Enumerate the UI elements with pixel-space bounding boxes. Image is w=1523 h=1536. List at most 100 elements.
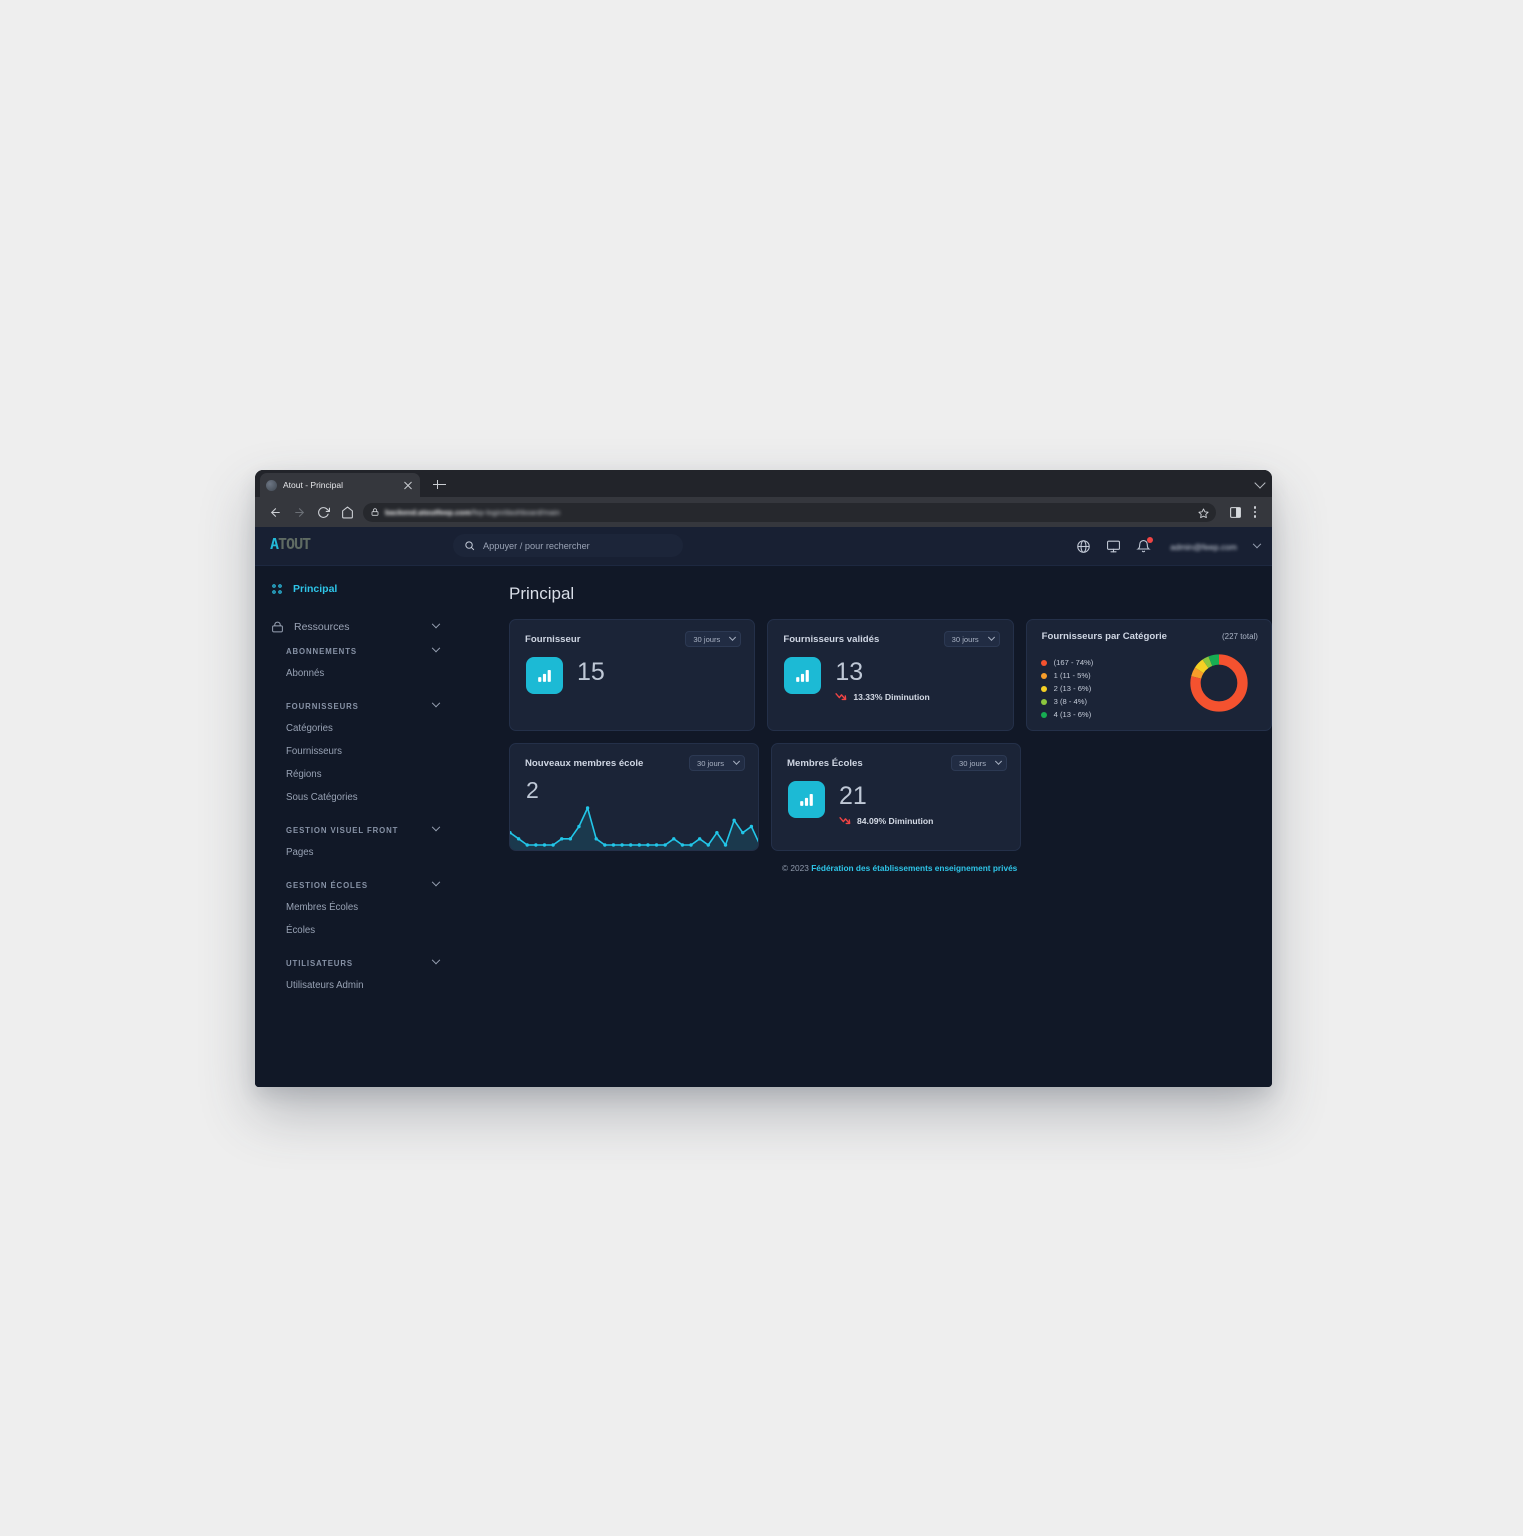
new-tab-icon[interactable]: [431, 476, 448, 493]
sidebar-item-label: Principal: [293, 583, 338, 595]
close-tab-icon[interactable]: [402, 479, 414, 491]
favicon-icon: [266, 479, 277, 491]
app-navbar: ATOUT Appuyer / pour rechercher admin@fe…: [255, 527, 1272, 566]
sparkline-point: [551, 843, 555, 847]
sparkline-point: [758, 843, 759, 846]
card-title: Fournisseur: [525, 633, 581, 645]
sidebar-group-gestion-visuel-front[interactable]: GESTION VISUEL FRONT: [255, 819, 455, 841]
sparkline-point: [646, 843, 650, 847]
sidebar-item-principal[interactable]: Principal: [255, 576, 455, 602]
sparkline-point: [689, 843, 693, 847]
range-dropdown[interactable]: 30 jours: [951, 755, 1007, 771]
search-input[interactable]: Appuyer / pour rechercher: [453, 534, 683, 557]
card-nouveaux-membres-ecole: Nouveaux membres école 30 jours 2: [509, 743, 759, 851]
chevron-down-icon[interactable]: [1252, 539, 1262, 548]
bell-icon[interactable]: [1136, 537, 1154, 554]
trend-indicator: 84.09% Diminution: [839, 815, 933, 826]
atout-logo[interactable]: ATOUT: [270, 535, 311, 553]
sparkline-point: [611, 843, 616, 847]
chevron-down-icon[interactable]: [431, 877, 441, 887]
sidebar-item-catégories[interactable]: Catégories: [255, 717, 455, 740]
range-dropdown[interactable]: 30 jours: [685, 631, 742, 647]
card-body: 15: [510, 647, 754, 694]
sparkline-point: [706, 843, 710, 847]
trend-label: 84.09% Diminution: [857, 815, 934, 826]
chevron-down-icon[interactable]: [431, 643, 441, 653]
sidebar-item-membres-écoles[interactable]: Membres Écoles: [255, 896, 455, 919]
range-dropdown[interactable]: 30 jours: [943, 631, 1000, 647]
sparkline-point: [568, 837, 573, 841]
chevron-down-icon[interactable]: [1254, 477, 1266, 489]
sidebar-group-label: ABONNEMENTS: [286, 646, 357, 656]
sidebar-group-utilisateurs[interactable]: UTILISATEURS: [255, 952, 455, 974]
card-value: 13: [835, 658, 864, 686]
card-value: 15: [577, 658, 605, 686]
card-header: Membres Écoles 30 jours: [772, 744, 1020, 771]
sidebar-item-régions[interactable]: Régions: [255, 763, 455, 786]
side-panel-icon[interactable]: [1224, 501, 1246, 523]
card-title: Membres Écoles: [787, 757, 863, 769]
bookmark-star-icon[interactable]: [1198, 506, 1209, 524]
sidebar-group-fournisseurs[interactable]: FOURNISSEURS: [255, 695, 455, 717]
home-icon[interactable]: [335, 500, 359, 524]
chevron-down-icon[interactable]: [431, 955, 441, 965]
sidebar-item-fournisseurs[interactable]: Fournisseurs: [255, 740, 455, 763]
sidebar-item-sous-catégories[interactable]: Sous Catégories: [255, 786, 455, 809]
range-dropdown[interactable]: 30 jours: [689, 755, 745, 771]
sparkline-point: [741, 830, 745, 835]
chevron-down-icon[interactable]: [431, 822, 441, 832]
donut-total-label: (227 total): [1221, 632, 1258, 641]
footer-link[interactable]: Fédération des établissements enseigneme…: [811, 863, 1017, 873]
card-header: Nouveaux membres école 30 jours: [510, 744, 758, 771]
browser-tab-strip: Atout - Principal: [255, 470, 1272, 497]
sidebar-item-abonnés[interactable]: Abonnés: [255, 662, 455, 685]
card-fournisseurs-par-categorie: Fournisseurs par Catégorie (227 total) (…: [1025, 619, 1272, 731]
sidebar-item-label: Catégories: [286, 723, 333, 734]
url-input[interactable]: backend.atoutfeep.com/fep-login/dashboar…: [363, 502, 1216, 524]
legend-item: 3 (8 - 4%): [1040, 695, 1094, 708]
card-value: 2: [526, 777, 539, 803]
sidebar-item-label: Utilisateurs Admin: [286, 980, 364, 991]
sidebar-item-pages[interactable]: Pages: [255, 841, 455, 864]
card-value: 21: [839, 782, 867, 810]
chevron-down-icon: [732, 757, 741, 765]
cards-row-1: Fournisseur 30 jours 15 Fournisseurs val…: [509, 619, 1272, 731]
sparkline-point: [525, 843, 529, 847]
chevron-down-icon[interactable]: [431, 619, 441, 629]
grid-dashboard-icon: [271, 583, 283, 595]
legend-label: 4 (13 - 6%): [1053, 710, 1092, 719]
sparkline-point: [594, 837, 598, 841]
reload-icon[interactable]: [311, 500, 335, 524]
donut-chart: [1188, 652, 1250, 719]
trend-label: 13.33% Diminution: [853, 691, 930, 702]
monitor-icon[interactable]: [1106, 539, 1121, 554]
sidebar-item-utilisateurs-admin[interactable]: Utilisateurs Admin: [255, 974, 455, 997]
sparkline-point: [542, 843, 547, 847]
sidebar-item-ressources[interactable]: Ressources: [255, 614, 455, 640]
forward-arrow-icon[interactable]: [287, 500, 311, 524]
globe-icon[interactable]: [1076, 539, 1091, 554]
sidebar-item-écoles[interactable]: Écoles: [255, 919, 455, 942]
browser-tab[interactable]: Atout - Principal: [260, 473, 420, 497]
legend-color-swatch: [1040, 698, 1047, 705]
sparkline-point: [749, 824, 754, 829]
sidebar-group-abonnements[interactable]: ABONNEMENTS: [255, 640, 455, 662]
legend-color-swatch: [1040, 711, 1047, 718]
back-arrow-icon[interactable]: [263, 500, 287, 524]
sparkline-point: [715, 830, 719, 835]
notification-badge: [1147, 537, 1154, 543]
chevron-down-icon: [987, 633, 995, 641]
legend-label: 2 (13 - 6%): [1053, 684, 1092, 693]
chevron-down-icon[interactable]: [431, 698, 441, 708]
card-header: Fournisseur 30 jours: [510, 620, 754, 647]
search-icon: [464, 540, 475, 551]
kebab-menu-icon[interactable]: [1246, 501, 1264, 523]
legend-label: 3 (8 - 4%): [1053, 697, 1087, 706]
bar-chart-icon: [526, 657, 563, 694]
bar-chart-icon: [784, 657, 822, 694]
bar-chart-icon: [788, 781, 825, 818]
sidebar-group-gestion-écoles[interactable]: GESTION ÉCOLES: [255, 874, 455, 896]
app-viewport: ATOUT Appuyer / pour rechercher admin@fe…: [255, 527, 1272, 1087]
